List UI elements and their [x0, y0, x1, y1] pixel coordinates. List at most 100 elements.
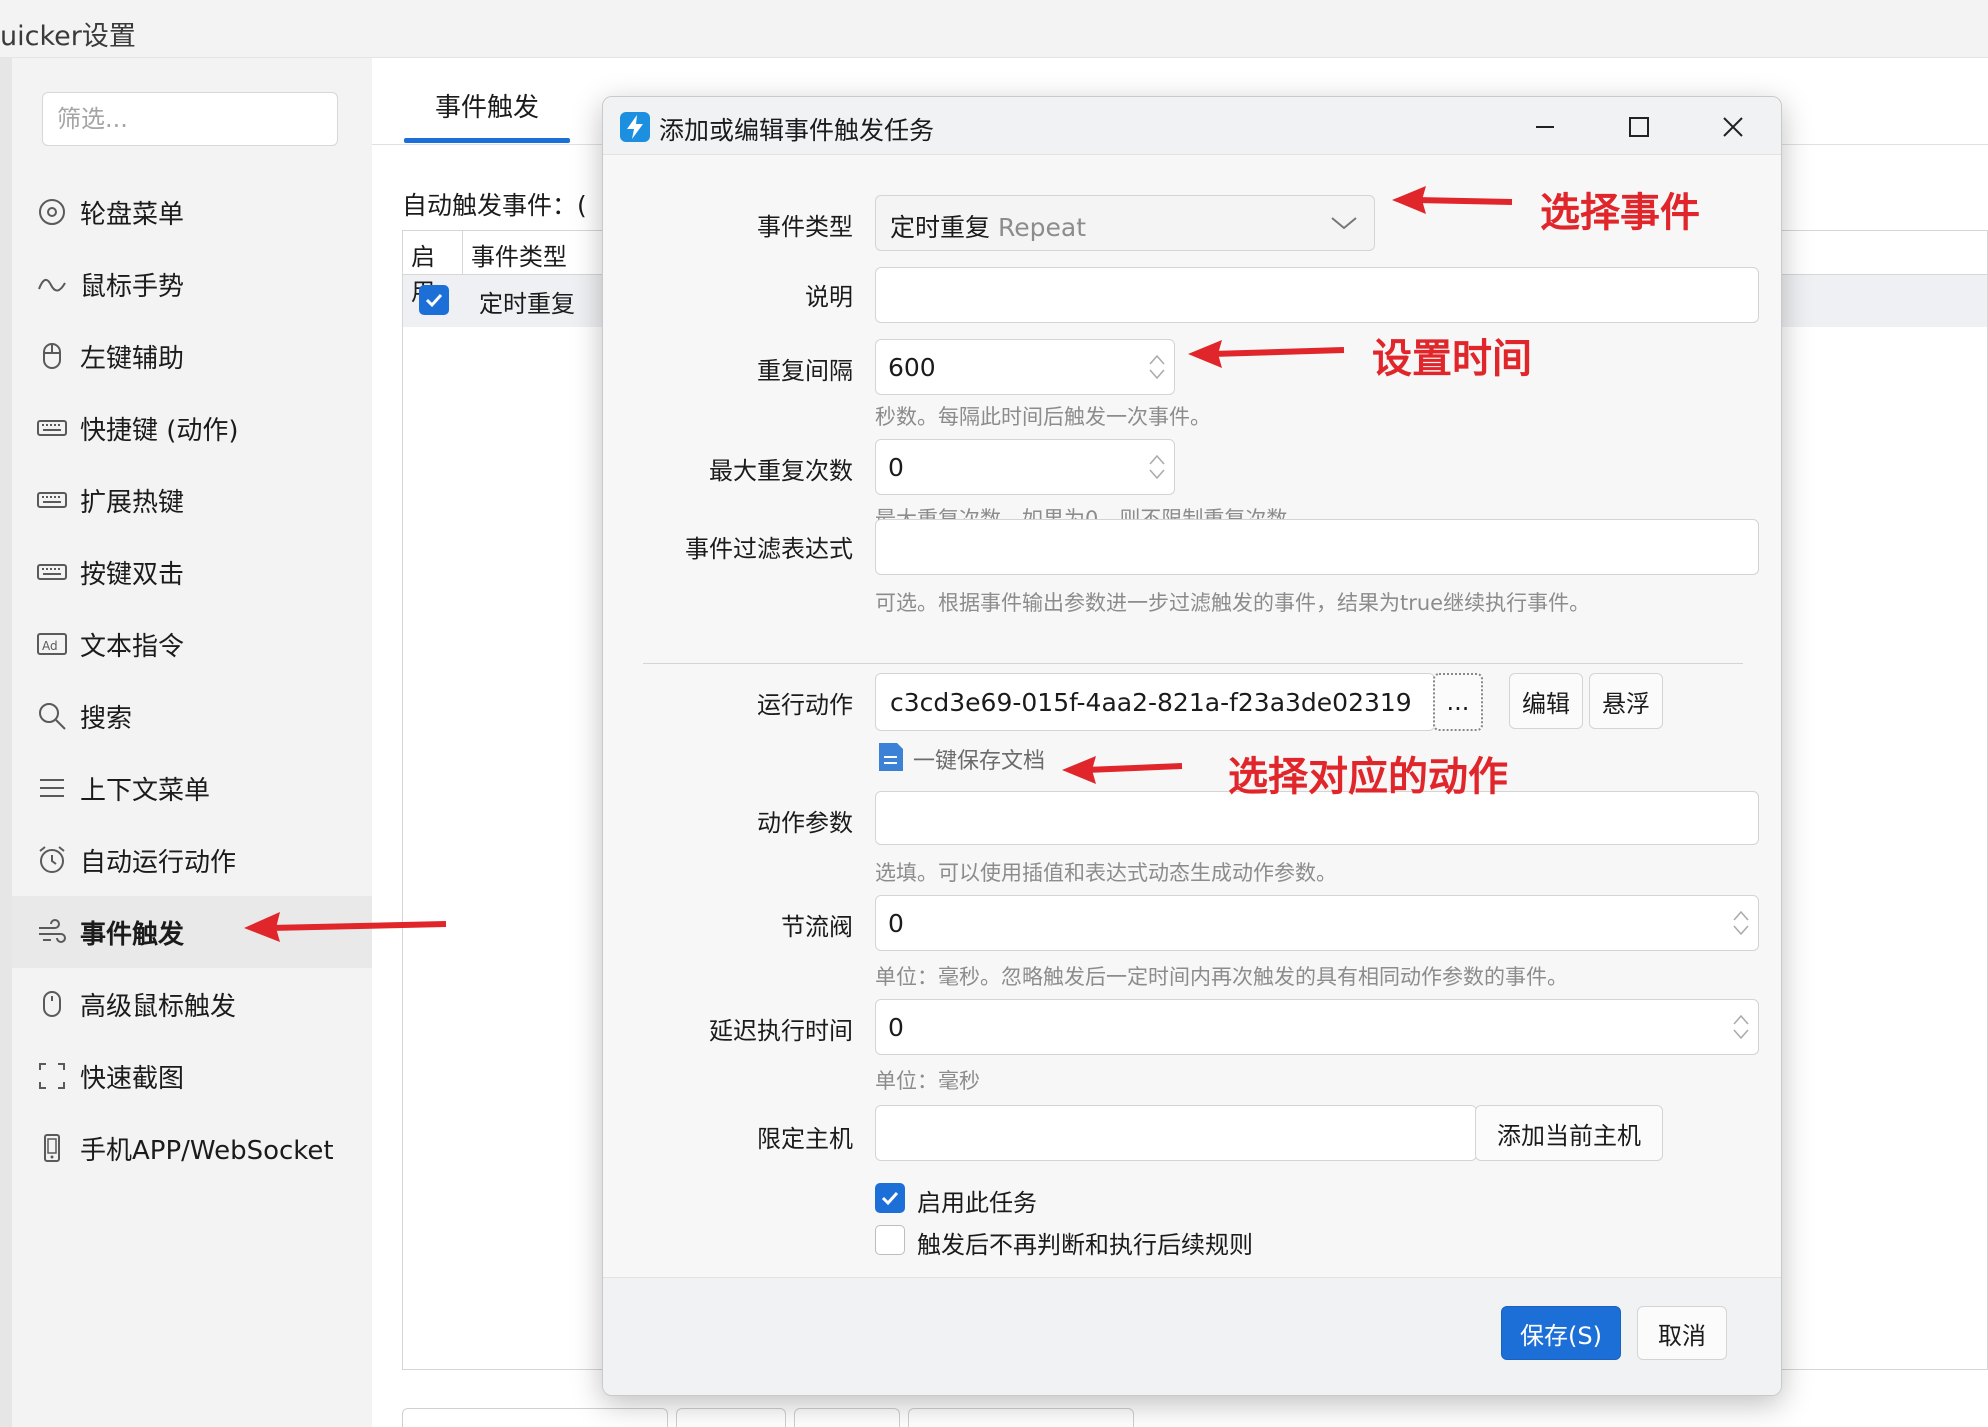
dialog-titlebar: 添加或编辑事件触发任务: [603, 97, 1781, 155]
sidebar-nav: 轮盘菜单 鼠标手势 左键辅助 快捷键 (动作) 扩展热键 按键双击 Ad 文本指…: [12, 176, 372, 1184]
copy-button[interactable]: [676, 1408, 786, 1427]
action-name[interactable]: 一键保存文档: [913, 743, 1045, 775]
filter-expr-input[interactable]: [876, 520, 1758, 574]
sidebar-item-search[interactable]: 搜索: [12, 680, 372, 752]
sidebar-item-mouse-gesture[interactable]: 鼠标手势: [12, 248, 372, 320]
float-action-button[interactable]: 悬浮: [1589, 673, 1663, 729]
spinner-icon[interactable]: [1730, 908, 1752, 938]
repeat-interval-input[interactable]: [876, 340, 1174, 394]
dialog-title: 添加或编辑事件触发任务: [659, 116, 935, 145]
sidebar-item-label: 快捷键 (动作): [80, 415, 239, 446]
host-input[interactable]: [876, 1106, 1476, 1160]
minimize-icon: [1536, 126, 1554, 128]
repeat-interval-field[interactable]: [875, 339, 1175, 395]
host-field[interactable]: [875, 1105, 1477, 1161]
minimize-button[interactable]: [1523, 105, 1567, 149]
edit-action-button[interactable]: 编辑: [1509, 673, 1583, 729]
column-header-enabled[interactable]: 启用: [403, 231, 463, 306]
sidebar-item-label: 上下文菜单: [80, 775, 211, 806]
sidebar-item-key-double[interactable]: 按键双击: [12, 536, 372, 608]
delete-button[interactable]: [794, 1408, 900, 1427]
stop-after-trigger-label[interactable]: 触发后不再判断和执行后续规则: [917, 1225, 1253, 1260]
run-action-input[interactable]: [876, 674, 1434, 730]
run-action-field[interactable]: [875, 673, 1435, 731]
mouse-icon: [36, 988, 68, 1020]
sidebar-item-advanced-mouse[interactable]: 高级鼠标触发: [12, 968, 372, 1040]
spinner-icon[interactable]: [1146, 452, 1168, 482]
spinner-icon[interactable]: [1146, 352, 1168, 382]
sidebar-item-label: 事件触发: [80, 919, 185, 950]
search-icon: [36, 700, 68, 732]
phone-icon: [36, 1132, 68, 1164]
tab-event-trigger[interactable]: 事件触发: [404, 82, 570, 144]
enable-task-checkbox[interactable]: [875, 1183, 905, 1213]
repeat-interval-hint: 秒数。每隔此时间后触发一次事件。: [875, 405, 1211, 429]
sidebar-item-label: 高级鼠标触发: [80, 991, 237, 1022]
repeat-interval-label: 重复间隔: [757, 357, 853, 385]
filter-expr-field[interactable]: [875, 519, 1759, 575]
delay-field[interactable]: [875, 999, 1759, 1055]
sidebar-item-quick-screenshot[interactable]: 快速截图: [12, 1040, 372, 1112]
action-params-hint: 选填。可以使用插值和表达式动态生成动作参数。: [875, 861, 1337, 885]
delay-input[interactable]: [876, 1000, 1758, 1054]
app-bolt-icon: [620, 112, 650, 142]
sidebar-item-label: 自动运行动作: [80, 847, 237, 878]
sidebar-item-label: 按键双击: [80, 559, 185, 590]
delay-label: 延迟执行时间: [709, 1017, 853, 1045]
svg-text:Ad: Ad: [42, 639, 58, 653]
sidebar-item-label: 扩展热键: [80, 487, 185, 518]
close-icon: [1723, 117, 1743, 137]
keyboard-icon: [36, 412, 68, 444]
add-current-host-button[interactable]: 添加当前主机: [1475, 1105, 1663, 1161]
enable-task-label[interactable]: 启用此任务: [917, 1183, 1037, 1218]
sidebar-item-phone-app[interactable]: 手机APP/WebSocket: [12, 1112, 372, 1184]
row-enabled-cell: [403, 285, 469, 317]
annotation-select-event: 选择事件: [1540, 190, 1700, 236]
sidebar-item-text-command[interactable]: Ad 文本指令: [12, 608, 372, 680]
annotation-arrow-sidebar: [244, 912, 447, 942]
row-enabled-checkbox[interactable]: [419, 285, 449, 315]
sidebar-item-label: 手机APP/WebSocket: [80, 1135, 334, 1166]
filter-field[interactable]: [42, 92, 338, 146]
max-repeat-field[interactable]: [875, 439, 1175, 495]
annotation-arrow-time: [1188, 340, 1345, 368]
sidebar: 轮盘菜单 鼠标手势 左键辅助 快捷键 (动作) 扩展热键 按键双击 Ad 文本指…: [12, 58, 372, 1427]
event-type-value-cn: 定时重复: [890, 213, 991, 242]
filter-expr-hint: 可选。根据事件输出参数进一步过滤触发的事件，结果为true继续执行事件。: [875, 591, 1591, 615]
wind-icon: [36, 916, 68, 948]
sidebar-item-auto-run[interactable]: 自动运行动作: [12, 824, 372, 896]
maximize-button[interactable]: [1617, 105, 1661, 149]
action-params-label: 动作参数: [757, 809, 853, 837]
save-button[interactable]: 保存(S): [1501, 1306, 1621, 1360]
filter-input[interactable]: [43, 93, 337, 145]
add-event-button[interactable]: [402, 1408, 668, 1427]
chevron-down-icon: [1331, 217, 1357, 230]
description-input[interactable]: [876, 268, 1758, 322]
annotation-arrow-event: [1392, 186, 1513, 214]
event-type-value-en: Repeat: [998, 213, 1087, 242]
sort-button[interactable]: [908, 1408, 1134, 1427]
sidebar-item-label: 搜索: [80, 703, 133, 734]
sidebar-item-left-assist[interactable]: 左键辅助: [12, 320, 372, 392]
event-type-select[interactable]: 定时重复 Repeat: [875, 195, 1375, 251]
throttle-input[interactable]: [876, 896, 1758, 950]
spinner-icon[interactable]: [1730, 1012, 1752, 1042]
menu-icon: [36, 772, 68, 804]
browse-action-button[interactable]: ...: [1433, 673, 1483, 731]
sidebar-item-extended-hotkey[interactable]: 扩展热键: [12, 464, 372, 536]
sidebar-item-hotkey-action[interactable]: 快捷键 (动作): [12, 392, 372, 464]
window-titlebar: uicker设置: [0, 0, 1988, 58]
ad-icon: Ad: [36, 628, 68, 660]
event-type-label: 事件类型: [757, 213, 853, 241]
description-field[interactable]: [875, 267, 1759, 323]
stop-after-trigger-checkbox[interactable]: [875, 1225, 905, 1255]
sidebar-item-wheel-menu[interactable]: 轮盘菜单: [12, 176, 372, 248]
filter-expr-label: 事件过滤表达式: [685, 535, 853, 563]
close-button[interactable]: [1711, 105, 1755, 149]
throttle-field[interactable]: [875, 895, 1759, 951]
cancel-button[interactable]: 取消: [1637, 1306, 1727, 1360]
gesture-icon: [36, 268, 68, 300]
keyboard-icon: [36, 556, 68, 588]
max-repeat-input[interactable]: [876, 440, 1174, 494]
sidebar-item-context-menu[interactable]: 上下文菜单: [12, 752, 372, 824]
